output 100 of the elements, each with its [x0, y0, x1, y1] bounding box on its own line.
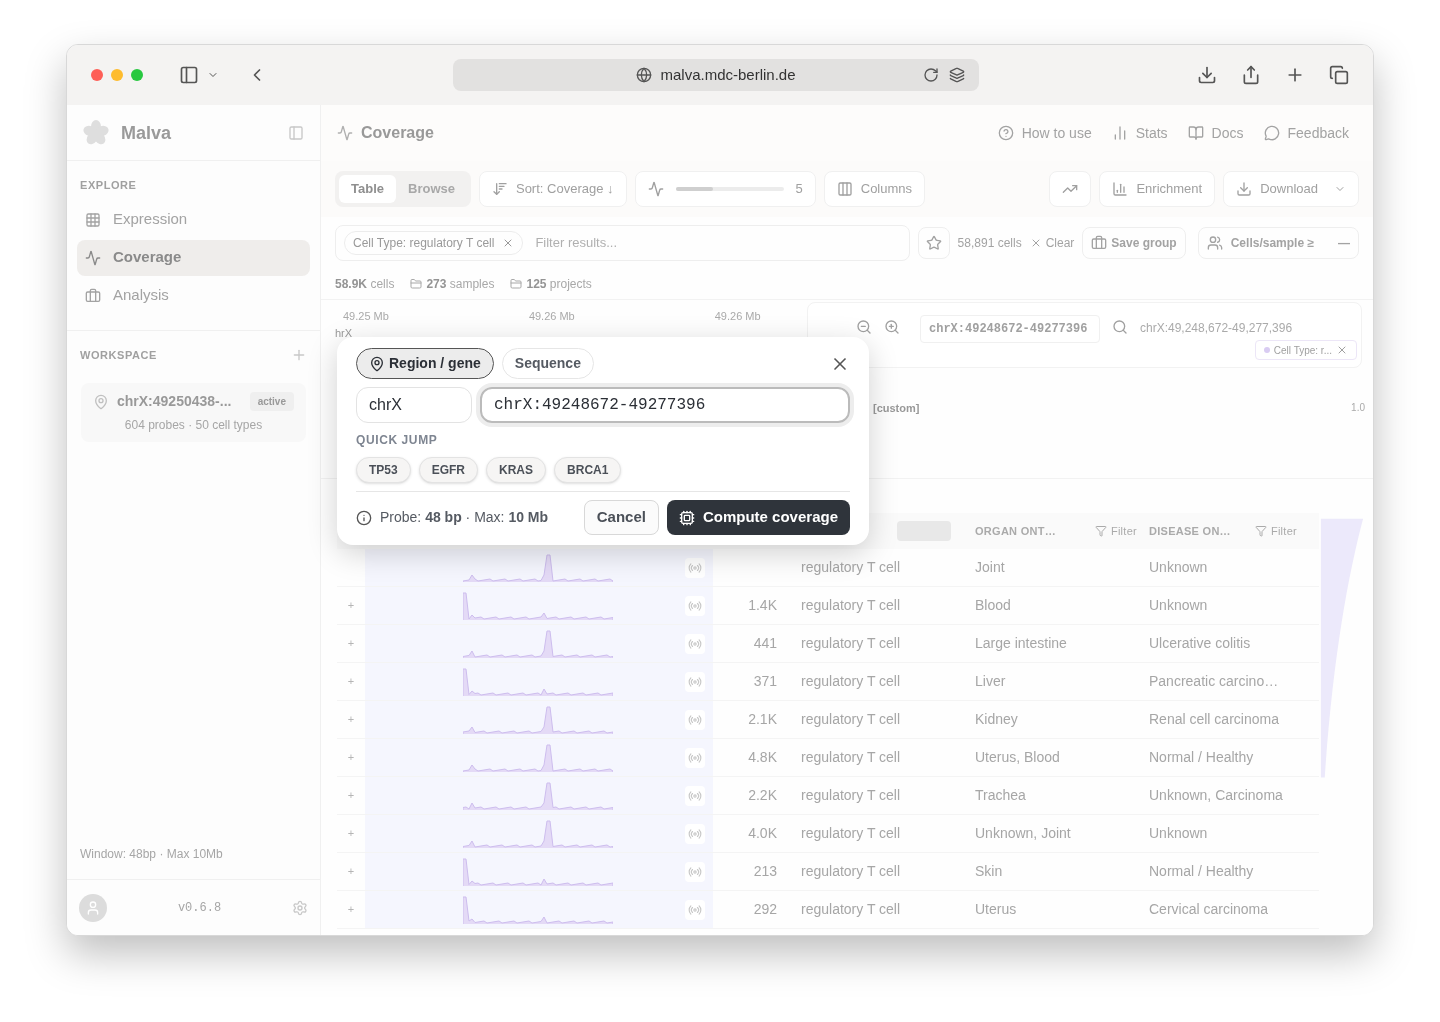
settings-icon[interactable]: [292, 899, 308, 916]
columns-button[interactable]: Columns: [823, 171, 926, 207]
chromosome-field[interactable]: chrX: [356, 387, 472, 423]
collapse-sidebar-icon[interactable]: [288, 124, 304, 141]
table-row[interactable]: + 2.2K regulatory T cell Trachea Unknown, Carcinoma: [337, 777, 1319, 815]
column-header[interactable]: DISEASE ON…: [1149, 522, 1231, 540]
filter-chip[interactable]: Cell Type: r...: [1254, 340, 1357, 360]
locus-field[interactable]: chrX:49248672-49277396: [920, 315, 1100, 343]
expand-toggle[interactable]: +: [347, 825, 355, 842]
expand-toggle[interactable]: +: [347, 711, 355, 728]
expand-toggle[interactable]: +: [347, 635, 355, 652]
organ-cell-text: Skin: [975, 862, 1004, 881]
share-icon[interactable]: [1241, 65, 1261, 85]
filter-field[interactable]: Cell Type: regulatory T cell Filter results...: [335, 225, 911, 261]
enrichment-button[interactable]: Enrichment: [1099, 171, 1216, 207]
signal-icon[interactable]: [685, 861, 705, 882]
zoom-out-icon[interactable]: [856, 319, 872, 335]
track-name: [custom]: [873, 401, 920, 416]
signal-icon[interactable]: [685, 823, 705, 844]
expand-toggle[interactable]: +: [347, 597, 355, 614]
signal-icon[interactable]: [685, 785, 705, 806]
signal-icon[interactable]: [685, 709, 705, 730]
cells-per-sample-control[interactable]: Cells/sample ≥ —: [1197, 227, 1359, 259]
signal-icon[interactable]: [685, 899, 705, 920]
count-cell-text: 371: [752, 672, 777, 691]
workspace-subtitle: 604 probes · 50 cell types: [123, 417, 264, 434]
signal-icon[interactable]: [685, 671, 705, 692]
download-icon[interactable]: [1197, 65, 1217, 85]
table-row[interactable]: + 213 regulatory T cell Skin Normal / Healthy: [337, 853, 1319, 891]
star-button[interactable]: [918, 227, 950, 259]
organ-cell-text: Liver: [975, 672, 1007, 691]
header-link[interactable]: Feedback: [1263, 122, 1349, 144]
nav-item[interactable]: Analysis: [77, 277, 310, 314]
sort-button[interactable]: Sort: Coverage ↓: [478, 171, 627, 207]
maximize-window-icon[interactable]: [131, 69, 143, 81]
view-tab[interactable]: Browse: [396, 175, 467, 203]
expand-toggle[interactable]: +: [347, 863, 355, 880]
view-tab[interactable]: Table: [339, 175, 396, 203]
gene-chip[interactable]: BRCA1: [554, 457, 622, 483]
nav-item[interactable]: Coverage: [77, 239, 310, 276]
reload-icon[interactable]: [923, 67, 939, 83]
mode-tab[interactable]: Region / gene: [356, 348, 494, 379]
chat-icon: [1263, 125, 1280, 141]
slider-value: 5: [795, 180, 803, 199]
gene-chip[interactable]: TP53: [356, 457, 411, 483]
signal-icon[interactable]: [685, 557, 705, 578]
expand-toggle[interactable]: +: [347, 787, 355, 804]
filter-button[interactable]: Filter: [1094, 522, 1137, 540]
header-link[interactable]: Docs: [1187, 122, 1244, 144]
organ-cell-text: Uterus: [975, 900, 1018, 919]
slider-track[interactable]: [675, 187, 784, 191]
expand-toggle[interactable]: +: [347, 901, 355, 918]
table-row[interactable]: + 371 regulatory T cell Liver Pancreatic carcino…: [337, 663, 1319, 701]
clear-button[interactable]: Clear: [1029, 234, 1075, 252]
column-header[interactable]: ORGAN ONT…: [975, 522, 1056, 540]
section-heading: WORKSPACE: [80, 347, 157, 363]
table-row[interactable]: + 4.0K regulatory T cell Unknown, Joint Unknown: [337, 815, 1319, 853]
gene-chip[interactable]: EGFR: [418, 457, 479, 483]
table-row[interactable]: + 2.1K regulatory T cell Kidney Renal cell carcinoma: [337, 701, 1319, 739]
address-bar[interactable]: malva.mdc-berlin.de: [453, 59, 979, 91]
reader-icon[interactable]: [949, 67, 965, 83]
zoom-in-icon[interactable]: [884, 319, 900, 335]
close-window-icon[interactable]: [91, 69, 103, 81]
sidebar-toggle-icon[interactable]: [179, 65, 199, 85]
workspace-card[interactable]: chrX:49250438-... active 604 probes · 50 cell types: [81, 383, 306, 442]
download-button[interactable]: Download: [1223, 171, 1359, 207]
table-row[interactable]: regulatory T cell Joint Unknown: [337, 549, 1319, 587]
count-cell-text: 441: [752, 634, 777, 653]
filter-input[interactable]: Filter results...: [535, 233, 902, 253]
signal-icon[interactable]: [685, 747, 705, 768]
count-cell-text: 292: [752, 900, 777, 919]
chart-button[interactable]: [1049, 171, 1092, 207]
cell-type-cell-text: regulatory T cell: [801, 672, 902, 691]
cell-type-cell-text: regulatory T cell: [801, 710, 902, 729]
save-group-button[interactable]: Save group: [1082, 227, 1186, 259]
expand-toggle[interactable]: +: [347, 673, 355, 690]
disease-cell-text: Unknown: [1149, 596, 1209, 615]
signal-icon[interactable]: [685, 595, 705, 616]
table-row[interactable]: + 441 regulatory T cell Large intestine Ulcerative colitis: [337, 625, 1319, 663]
folder-icon: [410, 278, 423, 290]
table-row[interactable]: + 1.4K regulatory T cell Blood Unknown: [337, 587, 1319, 625]
avatar[interactable]: [79, 893, 107, 922]
table-row[interactable]: + 292 regulatory T cell Uterus Cervical carcinoma: [337, 891, 1319, 929]
disease-cell-text: Ulcerative colitis: [1149, 634, 1252, 653]
tabs-overview-icon[interactable]: [1329, 65, 1349, 85]
organ-cell-text: Trachea: [975, 786, 1027, 805]
gene-chip[interactable]: KRAS: [486, 457, 547, 483]
quick-jump-label: QUICK JUMP: [356, 432, 439, 449]
cancel-button[interactable]: Cancel: [583, 500, 659, 535]
filter-button[interactable]: Filter: [1254, 522, 1297, 540]
signal-icon[interactable]: [685, 633, 705, 654]
minimize-window-icon[interactable]: [111, 69, 123, 81]
compute-coverage-button[interactable]: Compute coverage: [666, 500, 850, 535]
header-link[interactable]: How to use: [997, 122, 1092, 144]
mode-tab[interactable]: Sequence: [501, 348, 594, 379]
expand-toggle[interactable]: +: [347, 749, 355, 766]
table-row[interactable]: + 4.8K regulatory T cell Uterus, Blood Normal / Healthy: [337, 739, 1319, 777]
header-link[interactable]: Stats: [1111, 122, 1168, 144]
search-icon[interactable]: [1112, 319, 1128, 335]
nav-item[interactable]: Expression: [77, 201, 310, 238]
